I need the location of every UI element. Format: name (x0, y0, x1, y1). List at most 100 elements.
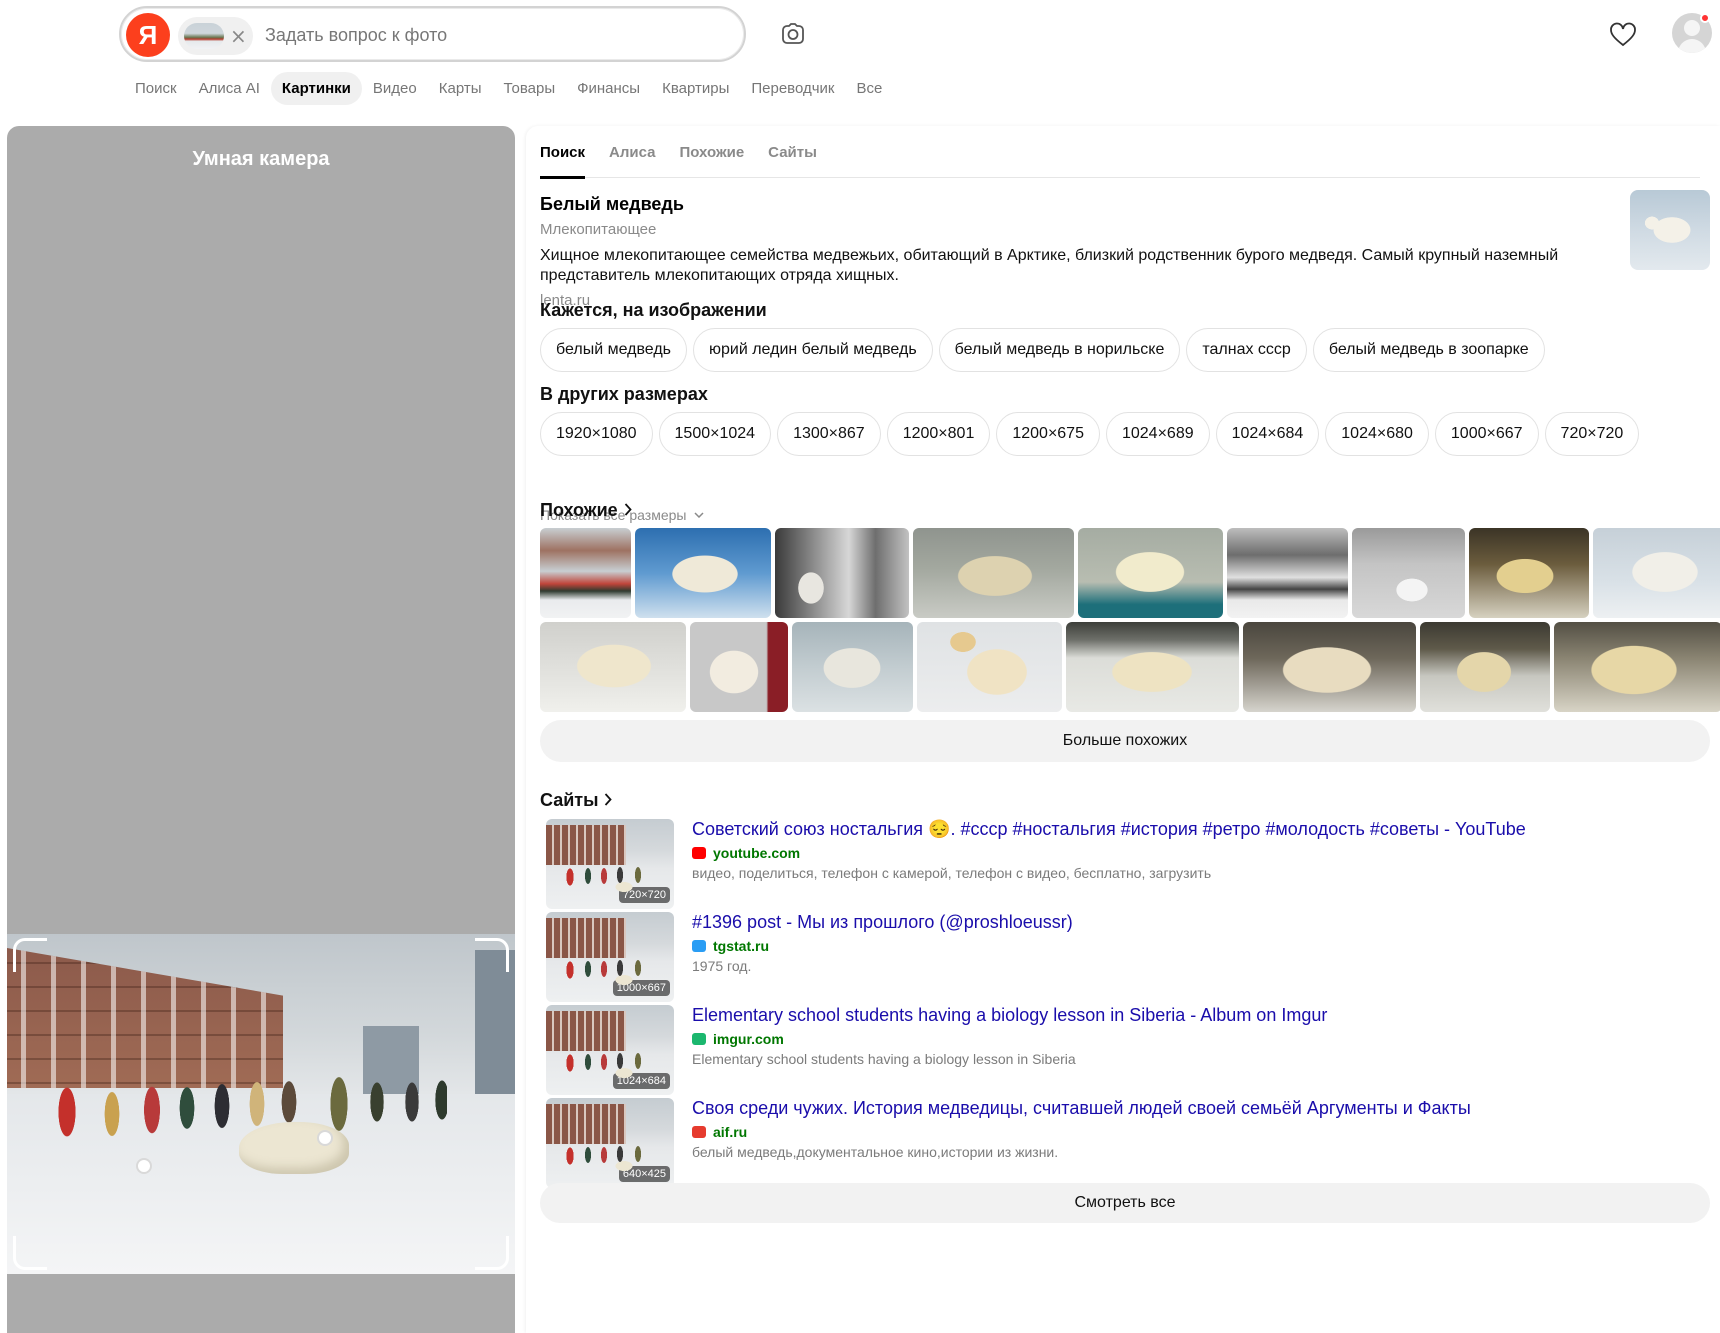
see-all-sites-button[interactable]: Смотреть все (540, 1183, 1710, 1223)
chevron-right-icon (624, 500, 632, 521)
site-result-snippet: видео, поделиться, телефон с камерой, те… (692, 865, 1212, 881)
crop-corner-top-left[interactable] (13, 938, 47, 972)
query-image-thumbnail (184, 23, 224, 49)
nav-item-images[interactable]: Картинки (270, 71, 362, 105)
chevron-right-icon (604, 790, 613, 811)
site-result-domain-row[interactable]: imgur.com (692, 1031, 784, 1047)
results-panel: Поиск Алиса Похожие Сайты Белый медведь … (526, 126, 1720, 1333)
nav-item-finance[interactable]: Финансы (566, 72, 651, 105)
tab-similar[interactable]: Похожие (667, 126, 756, 178)
photo-building-right (475, 950, 515, 1104)
tag-chip[interactable]: талнах ссср (1186, 328, 1307, 372)
nav-item-translator[interactable]: Переводчик (740, 72, 845, 105)
sites-section-header[interactable]: Сайты (540, 790, 613, 811)
tab-sites[interactable]: Сайты (756, 126, 829, 178)
size-chip[interactable]: 720×720 (1544, 412, 1640, 456)
nav-item-apartments[interactable]: Квартиры (651, 72, 740, 105)
yandex-logo[interactable]: Я (126, 13, 170, 57)
object-focus-dot-bear[interactable] (317, 1130, 333, 1146)
tag-chip[interactable]: белый медведь в зоопарке (1312, 328, 1545, 372)
similar-image[interactable] (1227, 528, 1348, 618)
size-chip[interactable]: 1300×867 (777, 412, 881, 456)
similar-image[interactable] (1469, 528, 1589, 618)
tag-chip[interactable]: юрий ледин белый медведь (693, 328, 933, 372)
tag-chip[interactable]: белый медведь в норильске (938, 328, 1181, 372)
favorites-heart-icon[interactable] (1608, 20, 1638, 50)
aif-favicon-icon (692, 1126, 706, 1138)
similar-image[interactable] (540, 622, 686, 712)
crop-corner-bottom-left[interactable] (13, 1236, 47, 1270)
entity-description: Хищное млекопитающее семейства медвежьих… (540, 247, 1559, 284)
notification-dot (1700, 13, 1710, 23)
site-result: 640×425 Своя среди чужих. История медвед… (540, 1098, 1710, 1190)
sites-section-title: Сайты (540, 790, 599, 810)
size-chip[interactable]: 1500×1024 (658, 412, 772, 456)
site-result-title[interactable]: Советский союз ностальгия 😔. #ссср #ност… (692, 819, 1702, 840)
object-focus-dot-child[interactable] (136, 1158, 152, 1174)
nav-item-alice-ai[interactable]: Алиса AI (188, 72, 271, 105)
entity-thumbnail[interactable] (1630, 190, 1710, 270)
entity-subtitle: Млекопитающее (540, 221, 657, 238)
similar-image[interactable] (1420, 622, 1550, 712)
crop-corner-bottom-right[interactable] (475, 1236, 509, 1270)
tab-search[interactable]: Поиск (540, 126, 597, 179)
query-image-chip[interactable]: × (178, 17, 253, 55)
size-chip[interactable]: 1024×684 (1215, 412, 1320, 456)
crop-corner-top-right[interactable] (475, 938, 509, 972)
nav-item-maps[interactable]: Карты (428, 72, 493, 105)
nav-item-products[interactable]: Товары (493, 72, 567, 105)
site-result: 720×720 Советский союз ностальгия 😔. #сс… (540, 819, 1710, 911)
similar-image[interactable] (792, 622, 913, 712)
similar-image[interactable] (635, 528, 771, 618)
search-input[interactable] (265, 21, 685, 49)
similar-section-header[interactable]: Похожие (540, 500, 632, 521)
site-result-thumbnail[interactable]: 640×425 (546, 1098, 674, 1188)
more-similar-button[interactable]: Больше похожих (540, 720, 1710, 762)
similar-image[interactable] (540, 528, 631, 618)
size-chip[interactable]: 1000×667 (1434, 412, 1539, 456)
size-chip[interactable]: 1200×675 (996, 412, 1100, 456)
image-size-badge: 640×425 (618, 1166, 670, 1182)
remove-image-icon[interactable]: × (230, 24, 247, 48)
size-chip[interactable]: 1920×1080 (540, 412, 653, 456)
search-bar[interactable]: Я × (119, 6, 746, 62)
site-result-title[interactable]: Elementary school students having a biol… (692, 1005, 1702, 1026)
site-result-domain-row[interactable]: tgstat.ru (692, 938, 769, 954)
nav-item-all[interactable]: Все (846, 72, 894, 105)
similar-image[interactable] (1352, 528, 1465, 618)
size-chip[interactable]: 1024×680 (1325, 412, 1429, 456)
site-result-snippet: белый медведь,документальное кино,истори… (692, 1144, 1059, 1160)
query-photo[interactable] (7, 934, 515, 1274)
site-result-thumbnail[interactable]: 720×720 (546, 819, 674, 909)
camera-search-icon[interactable] (778, 20, 808, 50)
nav-item-search[interactable]: Поиск (124, 72, 188, 105)
site-result-thumbnail[interactable]: 1024×684 (546, 1005, 674, 1095)
similar-images-row-2 (540, 622, 1720, 712)
similar-image[interactable] (1554, 622, 1720, 712)
tag-chip[interactable]: белый медведь (540, 328, 687, 372)
similar-image[interactable] (1066, 622, 1239, 712)
site-result-domain: youtube.com (713, 845, 801, 861)
similar-image[interactable] (1078, 528, 1223, 618)
nav-item-video[interactable]: Видео (362, 72, 428, 105)
site-result-thumbnail[interactable]: 1000×667 (546, 912, 674, 1002)
size-chip[interactable]: 1200×801 (886, 412, 991, 456)
site-result-domain-row[interactable]: aif.ru (692, 1124, 747, 1140)
similar-image[interactable] (913, 528, 1074, 618)
similar-image[interactable] (1243, 622, 1416, 712)
tgstat-favicon-icon (692, 940, 706, 952)
entity-title[interactable]: Белый медведь (540, 194, 684, 215)
size-chip[interactable]: 1024×689 (1105, 412, 1210, 456)
similar-image[interactable] (690, 622, 788, 712)
site-result-domain-row[interactable]: youtube.com (692, 845, 800, 861)
image-size-badge: 720×720 (618, 887, 670, 903)
site-result-title[interactable]: #1396 post - Мы из прошлого (@proshloeus… (692, 912, 1702, 933)
site-result-domain: tgstat.ru (713, 938, 769, 954)
smart-camera-panel: Умная камера (7, 126, 515, 1333)
similar-image[interactable] (917, 622, 1062, 712)
similar-image[interactable] (1593, 528, 1720, 618)
youtube-favicon-icon (692, 847, 706, 859)
tab-alice[interactable]: Алиса (597, 126, 667, 178)
similar-image[interactable] (775, 528, 909, 618)
site-result-title[interactable]: Своя среди чужих. История медведицы, счи… (692, 1098, 1702, 1119)
